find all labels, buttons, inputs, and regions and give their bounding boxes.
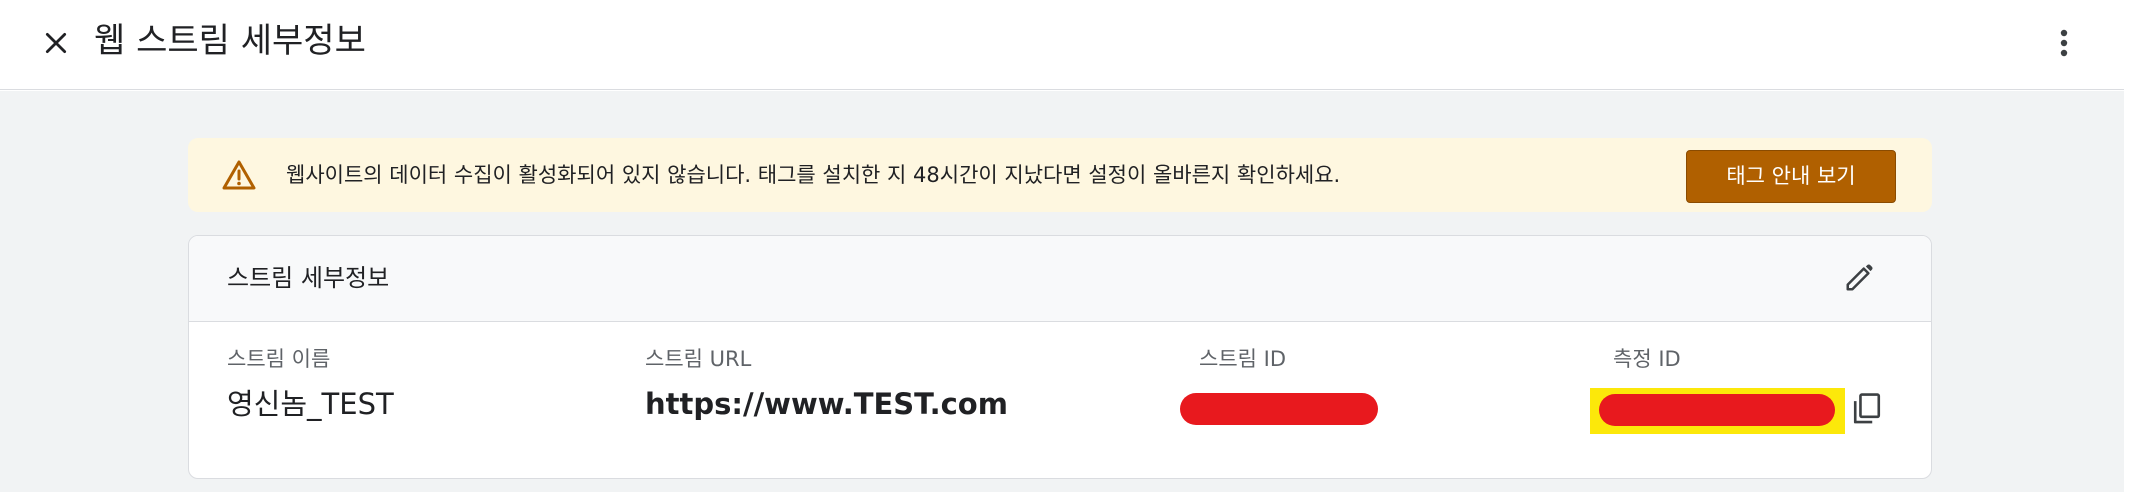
close-icon — [45, 32, 67, 54]
stream-id-redacted — [1180, 393, 1378, 425]
stream-details-card: 스트림 세부정보 스트림 이름 영신놈_TEST 스트림 URL https:/… — [188, 235, 1932, 479]
stream-name-label: 스트림 이름 — [227, 347, 331, 371]
more-options-button[interactable] — [2048, 22, 2080, 64]
more-vert-icon — [2060, 29, 2068, 57]
data-collection-warning-banner: 웹사이트의 데이터 수집이 활성화되어 있지 않습니다. 태그를 설치한 지 4… — [188, 138, 1932, 212]
window-edge — [2124, 0, 2131, 492]
edit-stream-button[interactable] — [1841, 260, 1877, 296]
copy-measurement-id-button[interactable] — [1847, 388, 1887, 430]
measurement-id-redacted — [1599, 394, 1835, 426]
top-app-bar: 웹 스트림 세부정보 — [0, 0, 2124, 90]
view-tag-instructions-button[interactable]: 태그 안내 보기 — [1686, 150, 1896, 203]
stream-details-header: 스트림 세부정보 — [189, 236, 1931, 322]
stream-url-value: https://www.TEST.com — [645, 387, 1008, 421]
stream-id-label: 스트림 ID — [1199, 347, 1286, 371]
warning-message: 웹사이트의 데이터 수집이 활성화되어 있지 않습니다. 태그를 설치한 지 4… — [286, 163, 1341, 187]
copy-icon — [1853, 393, 1881, 424]
stream-url-label: 스트림 URL — [645, 347, 752, 371]
stream-name-value: 영신놈_TEST — [227, 387, 394, 421]
page-title: 웹 스트림 세부정보 — [94, 21, 366, 61]
pencil-icon — [1846, 264, 1873, 291]
measurement-id-label: 측정 ID — [1613, 347, 1681, 371]
stream-details-title: 스트림 세부정보 — [227, 264, 390, 292]
warning-icon — [222, 160, 256, 190]
close-button[interactable] — [38, 22, 74, 64]
